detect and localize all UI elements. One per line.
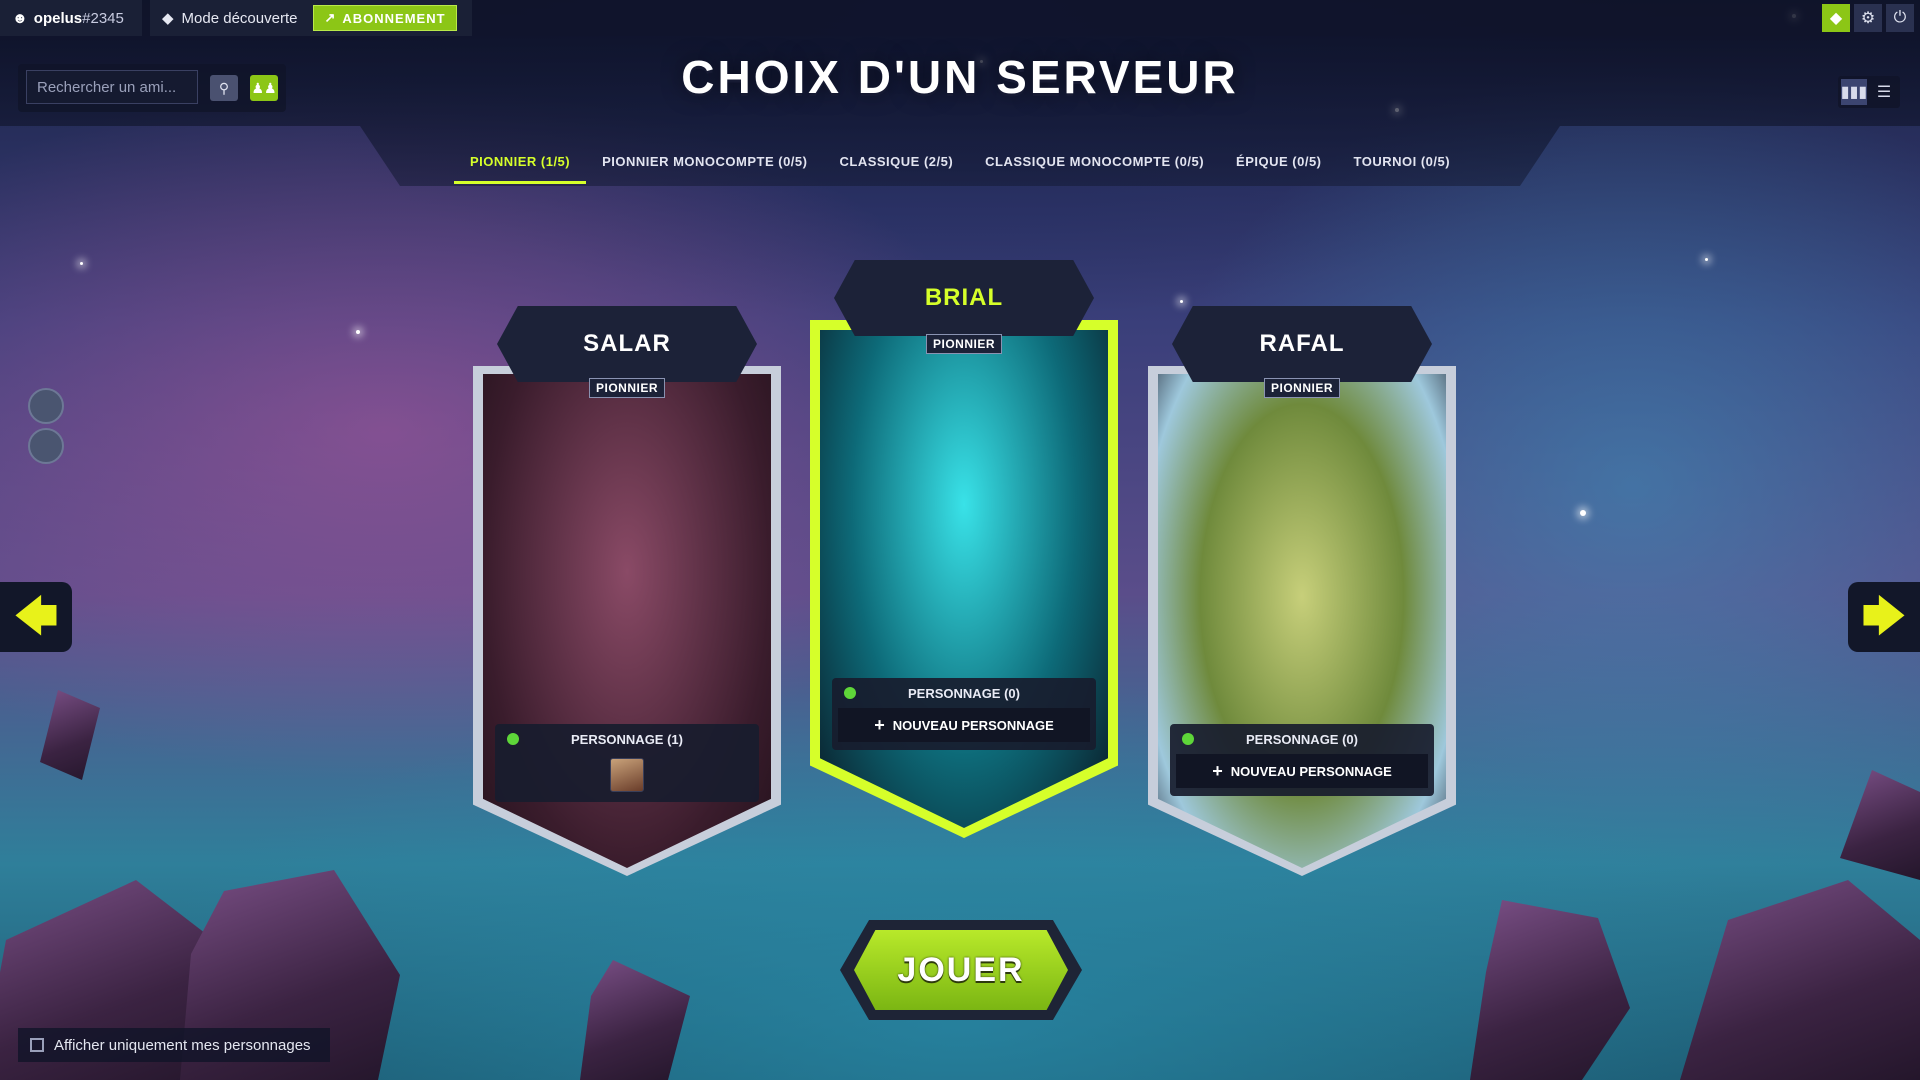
download-icon[interactable] [28, 428, 64, 464]
floating-rock [40, 690, 100, 780]
new-character-button[interactable]: + NOUVEAU PERSONNAGE [838, 708, 1090, 742]
checkbox[interactable] [30, 1038, 44, 1052]
characters-count: PERSONNAGE (0) [1246, 731, 1358, 747]
characters-header: PERSONNAGE (0) [1170, 724, 1434, 754]
plus-icon: + [874, 714, 885, 735]
online-status-icon [1182, 733, 1194, 745]
shop-button[interactable]: ◆ [1822, 4, 1850, 32]
characters-panel: PERSONNAGE (0) + NOUVEAU PERSONNAGE [1170, 724, 1434, 796]
floating-rock [1840, 770, 1920, 880]
new-character-label: NOUVEAU PERSONNAGE [1230, 763, 1392, 779]
floating-rock [580, 960, 690, 1080]
characters-panel: PERSONNAGE (0) + NOUVEAU PERSONNAGE [832, 678, 1096, 750]
user-icon: ☻ [12, 9, 28, 27]
username: opelus [33, 9, 83, 27]
server-type-badge: PIONNIER [1263, 378, 1341, 398]
external-link-icon: ↗ [324, 10, 337, 25]
characters-header: PERSONNAGE (0) [832, 678, 1096, 708]
floating-rock [1470, 900, 1630, 1080]
plus-icon: + [1212, 760, 1223, 781]
server-card-salar[interactable]: SALAR PIONNIER PERSONNAGE (1) [473, 306, 781, 876]
server-nameplate: RAFAL [1172, 306, 1432, 382]
server-name: BRIAL [924, 284, 1004, 311]
page-title: CHOIX D'UN SERVEUR [681, 51, 1239, 103]
user-chip[interactable]: ☻ opelus #2345 [0, 0, 142, 36]
play-label: JOUER [897, 950, 1025, 989]
diamond-icon: ◆ [162, 10, 174, 27]
server-type-badge: PIONNIER [588, 378, 666, 398]
characters-panel: PERSONNAGE (1) [495, 724, 759, 802]
only-my-characters-toggle[interactable]: Afficher uniquement mes personnages [18, 1028, 330, 1062]
arrow-right-icon: 🡆 [1861, 592, 1907, 641]
power-icon: ⏻ [1893, 9, 1907, 26]
characters-count: PERSONNAGE (1) [571, 731, 683, 747]
user-tag: #2345 [82, 9, 124, 27]
globe-icon[interactable] [28, 388, 64, 424]
mode-label: Mode découverte [181, 9, 298, 27]
arrow-left-icon: 🡄 [13, 592, 59, 641]
new-character-label: NOUVEAU PERSONNAGE [892, 717, 1054, 733]
next-arrow-button[interactable]: 🡆 [1848, 582, 1920, 652]
previous-arrow-button[interactable]: 🡄 [0, 582, 72, 652]
tab-tournoi[interactable]: TOURNOI (0/5) [1338, 148, 1467, 184]
tab-classique-monocompte[interactable]: CLASSIQUE MONOCOMPTE (0/5) [969, 148, 1220, 184]
characters-count: PERSONNAGE (0) [908, 685, 1020, 701]
tab-epique[interactable]: ÉPIQUE (0/5) [1220, 148, 1337, 184]
tab-pionnier[interactable]: PIONNIER (1/5) [453, 148, 587, 184]
mode-chip: ◆ Mode découverte ↗ ABONNEMENT [150, 0, 472, 36]
server-nameplate: SALAR [497, 306, 757, 382]
tab-pionnier-monocompte[interactable]: PIONNIER MONOCOMPTE (0/5) [586, 148, 823, 184]
play-button[interactable]: JOUER [840, 920, 1082, 1020]
character-avatar[interactable] [610, 758, 644, 792]
subscribe-button[interactable]: ↗ ABONNEMENT [313, 5, 457, 31]
online-status-icon [507, 733, 519, 745]
server-card-rafal[interactable]: RAFAL PIONNIER PERSONNAGE (0) + NOUVEAU … [1148, 306, 1456, 876]
quit-button[interactable]: ⏻ [1886, 4, 1914, 32]
only-my-characters-label: Afficher uniquement mes personnages [54, 1036, 311, 1054]
floating-rock [1680, 880, 1920, 1080]
subscribe-label: ABONNEMENT [342, 10, 446, 26]
server-card-brial[interactable]: BRIAL PIONNIER PERSONNAGE (0) + NOUVEAU … [810, 260, 1118, 838]
new-character-button[interactable]: + NOUVEAU PERSONNAGE [1176, 754, 1428, 788]
server-name: SALAR [583, 330, 671, 357]
server-name: RAFAL [1259, 330, 1345, 357]
shop-icon: ◆ [1829, 10, 1843, 27]
gear-icon: ⚙ [1860, 10, 1876, 27]
online-status-icon [844, 687, 856, 699]
server-artwork [820, 330, 1108, 828]
settings-button[interactable]: ⚙ [1854, 4, 1882, 32]
tab-classique[interactable]: CLASSIQUE (2/5) [823, 148, 969, 184]
play-button-face: JOUER [854, 930, 1068, 1010]
server-type-tabs: PIONNIER (1/5) PIONNIER MONOCOMPTE (0/5)… [0, 148, 1920, 184]
characters-header: PERSONNAGE (1) [495, 724, 759, 754]
server-type-badge: PIONNIER [925, 334, 1003, 354]
server-nameplate: BRIAL [834, 260, 1094, 336]
